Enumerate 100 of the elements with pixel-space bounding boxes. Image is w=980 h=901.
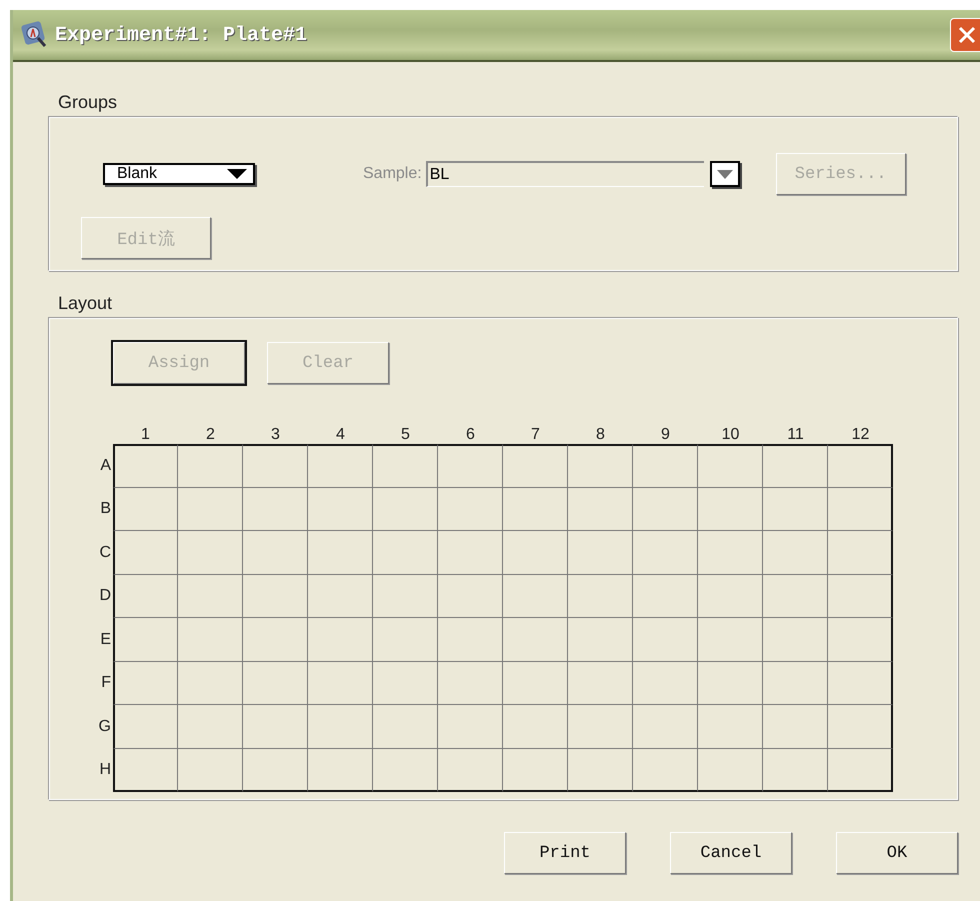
well-cell[interactable] (828, 662, 893, 705)
well-cell[interactable] (178, 662, 243, 705)
well-cell[interactable] (503, 705, 568, 748)
well-cell[interactable] (503, 574, 568, 618)
well-cell[interactable] (828, 444, 893, 488)
well-cell[interactable] (178, 705, 243, 748)
well-cell[interactable] (763, 444, 828, 488)
well-cell[interactable] (438, 488, 503, 531)
well-cell[interactable] (698, 531, 763, 574)
well-cell[interactable] (308, 705, 373, 748)
well-cell[interactable] (178, 574, 243, 618)
well-cell[interactable] (438, 748, 503, 792)
well-cell[interactable] (568, 574, 633, 618)
well-cell[interactable] (568, 444, 633, 488)
group-dropdown[interactable]: Blank (103, 163, 255, 185)
well-cell[interactable] (178, 748, 243, 792)
well-cell[interactable] (243, 488, 308, 531)
well-cell[interactable] (438, 705, 503, 748)
dialog-button[interactable]: Cancel (670, 832, 792, 874)
well-cell[interactable] (373, 748, 438, 792)
well-cell[interactable] (763, 531, 828, 574)
dialog-button[interactable]: Print (504, 832, 626, 874)
well-cell[interactable] (113, 662, 178, 705)
well-cell[interactable] (698, 618, 763, 662)
well-cell[interactable] (243, 705, 308, 748)
well-cell[interactable] (698, 574, 763, 618)
well-cell[interactable] (503, 531, 568, 574)
well-cell[interactable] (373, 444, 438, 488)
well-cell[interactable] (373, 618, 438, 662)
well-cell[interactable] (308, 618, 373, 662)
well-cell[interactable] (438, 662, 503, 705)
well-cell[interactable] (828, 574, 893, 618)
well-cell[interactable] (633, 705, 698, 748)
well-cell[interactable] (763, 662, 828, 705)
well-cell[interactable] (178, 618, 243, 662)
well-cell[interactable] (503, 618, 568, 662)
well-cell[interactable] (308, 444, 373, 488)
well-cell[interactable] (568, 531, 633, 574)
close-button[interactable] (950, 18, 980, 52)
well-cell[interactable] (568, 662, 633, 705)
well-cell[interactable] (633, 574, 698, 618)
well-cell[interactable] (178, 488, 243, 531)
well-cell[interactable] (763, 574, 828, 618)
well-cell[interactable] (113, 488, 178, 531)
well-cell[interactable] (698, 705, 763, 748)
well-cell[interactable] (243, 748, 308, 792)
well-cell[interactable] (113, 444, 178, 488)
well-cell[interactable] (113, 705, 178, 748)
well-cell[interactable] (633, 444, 698, 488)
well-cell[interactable] (178, 531, 243, 574)
well-cell[interactable] (633, 618, 698, 662)
well-cell[interactable] (503, 748, 568, 792)
well-cell[interactable] (243, 531, 308, 574)
well-cell[interactable] (698, 748, 763, 792)
well-cell[interactable] (503, 444, 568, 488)
dialog-button[interactable]: OK (836, 832, 958, 874)
well-cell[interactable] (243, 662, 308, 705)
well-cell[interactable] (438, 444, 503, 488)
well-cell[interactable] (698, 488, 763, 531)
well-cell[interactable] (568, 618, 633, 662)
well-cell[interactable] (633, 531, 698, 574)
well-cell[interactable] (763, 748, 828, 792)
well-cell[interactable] (373, 705, 438, 748)
well-cell[interactable] (503, 488, 568, 531)
well-cell[interactable] (243, 618, 308, 662)
well-cell[interactable] (828, 618, 893, 662)
well-cell[interactable] (373, 662, 438, 705)
well-cell[interactable] (828, 705, 893, 748)
well-cell[interactable] (438, 618, 503, 662)
well-cell[interactable] (243, 444, 308, 488)
well-cell[interactable] (243, 574, 308, 618)
well-cell[interactable] (568, 705, 633, 748)
sample-dropdown-button[interactable] (710, 161, 740, 187)
well-cell[interactable] (113, 618, 178, 662)
well-cell[interactable] (178, 444, 243, 488)
well-cell[interactable] (763, 618, 828, 662)
well-cell[interactable] (308, 574, 373, 618)
well-cell[interactable] (308, 662, 373, 705)
well-cell[interactable] (308, 748, 373, 792)
well-cell[interactable] (308, 531, 373, 574)
well-cell[interactable] (828, 488, 893, 531)
well-cell[interactable] (113, 574, 178, 618)
well-cell[interactable] (438, 531, 503, 574)
well-cell[interactable] (568, 488, 633, 531)
well-cell[interactable] (763, 705, 828, 748)
well-cell[interactable] (438, 574, 503, 618)
well-cell[interactable] (308, 488, 373, 531)
well-cell[interactable] (373, 531, 438, 574)
well-cell[interactable] (828, 531, 893, 574)
well-cell[interactable] (633, 748, 698, 792)
well-cell[interactable] (698, 444, 763, 488)
well-cell[interactable] (698, 662, 763, 705)
well-cell[interactable] (828, 748, 893, 792)
well-cell[interactable] (568, 748, 633, 792)
well-cell[interactable] (503, 662, 568, 705)
well-cell[interactable] (633, 662, 698, 705)
well-cell[interactable] (633, 488, 698, 531)
well-cell[interactable] (763, 488, 828, 531)
well-cell[interactable] (373, 574, 438, 618)
well-cell[interactable] (113, 748, 178, 792)
